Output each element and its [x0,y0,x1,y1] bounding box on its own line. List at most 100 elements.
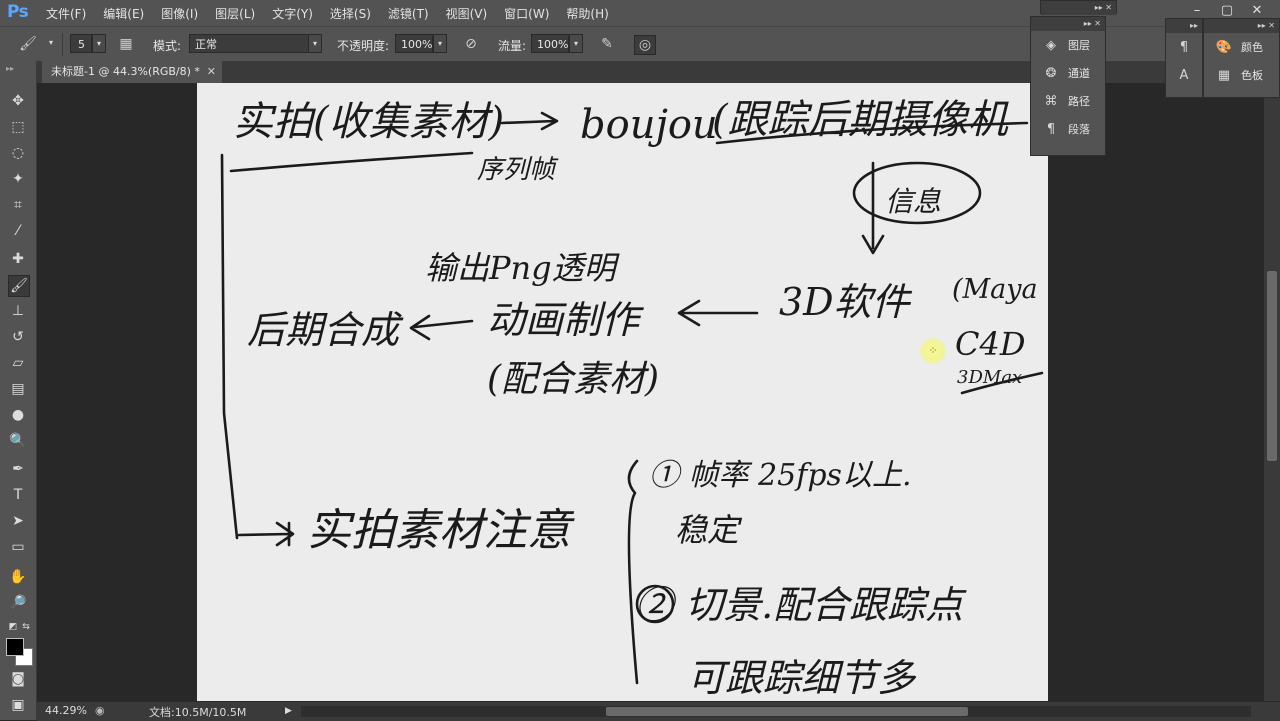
mode-select[interactable]: 正常 [189,34,309,53]
panel-item-label: 图层 [1068,39,1090,52]
menu-edit[interactable]: 编辑(E) [103,5,144,22]
character-strip-header[interactable]: ▸▸ [1166,19,1202,33]
horizontal-scroll-thumb[interactable] [606,707,968,716]
hw-donghua: 动画制作 [487,298,644,342]
menu-filter[interactable]: 滤镜(T) [388,5,429,22]
character-styles-icon: A [1179,67,1189,83]
paragraph-icon: ¶ [1046,121,1056,137]
zoom-tool-icon[interactable]: 🔎 [8,593,28,613]
layers-group-header[interactable]: ▸▸ ✕ [1031,17,1105,31]
brush-size-field[interactable]: 5 [70,34,92,53]
vertical-scroll-thumb[interactable] [1267,271,1277,461]
close-tab-icon[interactable]: ✕ [207,61,216,83]
brush-panel-toggle-icon[interactable]: ▦ [116,35,136,53]
move-tool-icon[interactable]: ✥ [8,91,28,111]
arrow-to-houqi [409,314,474,341]
opacity-field[interactable]: 100% [395,34,433,53]
photoshop-logo: Ps [7,2,29,22]
color-group-header[interactable]: ▸▸ ✕ [1204,19,1279,33]
brush-cursor: ⁘ [920,338,946,364]
pressure-size-icon[interactable]: ◎ [634,35,656,55]
horizontal-scrollbar[interactable] [301,706,1251,717]
clone-stamp-tool-icon[interactable]: ⊥ [8,301,28,321]
brush-tool-icon[interactable]: 🖌 [18,35,38,53]
hw-3d-software: 3D软件 [779,280,913,324]
panel-item-color[interactable]: 🎨 颜色 [1204,33,1279,61]
menu-window[interactable]: 窗口(W) [504,5,549,22]
channels-icon: ❂ [1045,65,1057,81]
flow-dropdown-icon[interactable]: ▾ [569,34,583,53]
brush-tool-icon[interactable]: 🖌 [8,275,30,297]
panel-collapse-icon[interactable]: ▸▸ [6,64,14,73]
panel-strip-header[interactable]: ▸▸ ✕ [1041,1,1116,15]
hw-xinxi: 信息 [885,185,941,218]
curly-brace [627,459,639,685]
panel-item-layers[interactable]: ◈ 图层 [1031,31,1105,59]
color-panel-group: ▸▸ ✕ 🎨 颜色 ▦ 色板 [1203,18,1280,98]
panel-item-swatches[interactable]: ▦ 色板 [1204,61,1279,89]
panel-item-paragraph[interactable]: ¶ 段落 [1031,115,1105,143]
crosshair-icon: ⁘ [928,344,938,357]
flow-field[interactable]: 100% [531,34,569,53]
history-brush-tool-icon[interactable]: ↺ [8,327,28,347]
eraser-tool-icon[interactable]: ▱ [8,353,28,373]
vertical-scrollbar[interactable] [1264,83,1280,701]
screen-mode-icon[interactable]: ▣ [8,695,28,715]
hw-shuchu: 输出Png透明 [425,249,621,287]
brush-picker-dropdown-icon[interactable]: ▾ [92,34,106,53]
hw-gensui: (跟踪后期摄像机 [712,97,1010,143]
menu-help[interactable]: 帮助(H) [566,5,608,22]
hw-item-1: ① 帧率 25fps以上. [649,458,912,493]
pressure-opacity-icon[interactable]: ⊘ [461,35,481,53]
panel-item-channels[interactable]: ❂ 通道 [1031,59,1105,87]
marquee-tool-icon[interactable]: ⬚ [8,117,28,137]
eyedropper-tool-icon[interactable]: ⁄ [8,221,28,241]
panel-item-paragraph-styles[interactable]: ¶ [1166,33,1202,61]
lasso-tool-icon[interactable]: ◌ [8,143,28,163]
paragraph-styles-icon: ¶ [1179,39,1189,55]
panel-item-paths[interactable]: ⌘ 路径 [1031,87,1105,115]
crop-tool-icon[interactable]: ⌗ [8,195,28,215]
magic-wand-tool-icon[interactable]: ✦ [8,169,28,189]
menu-layer[interactable]: 图层(L) [215,5,255,22]
status-arrow-icon[interactable]: ▶ [285,706,292,716]
swap-colors-icon[interactable]: ⇆ [16,617,36,637]
status-menu-icon[interactable]: ◉ [95,704,105,717]
layers-panel-group: ▸▸ ✕ ◈ 图层 ❂ 通道 ⌘ 路径 ¶ 段落 [1030,16,1106,156]
type-tool-icon[interactable]: T [8,485,28,505]
tool-preset-dropdown-icon[interactable]: ▾ [44,34,58,53]
menu-image[interactable]: 图像(I) [161,5,198,22]
document-tab-title: 未标题-1 @ 44.3%(RGB/8) * [51,65,200,78]
menu-select[interactable]: 选择(S) [330,5,371,22]
blur-tool-icon[interactable]: ● [8,405,28,425]
document-canvas[interactable]: 实拍(收集素材) boujou (跟踪后期摄像机 序列帧 信息 输出Png透明 … [197,83,1048,701]
hw-maya: (Maya [952,274,1038,305]
panel-item-label: 通道 [1068,67,1090,80]
airbrush-icon[interactable]: ✎ [597,35,617,53]
left-bracket-line [220,153,239,540]
underline-shipai [229,151,474,173]
dodge-tool-icon[interactable]: 🔍 [8,431,28,451]
menu-view[interactable]: 视图(V) [446,5,488,22]
hand-tool-icon[interactable]: ✋ [8,567,28,587]
healing-brush-tool-icon[interactable]: ✚ [8,249,28,269]
quick-mask-icon[interactable]: ◙ [8,669,28,689]
arrow-to-donghua [677,299,759,327]
panel-item-label: 段落 [1068,123,1090,136]
zoom-level[interactable]: 44.29% [45,704,87,717]
menu-type[interactable]: 文字(Y) [272,5,313,22]
panel-item-character-styles[interactable]: A [1166,61,1202,89]
hw-xulie: 序列帧 [477,155,559,185]
menu-file[interactable]: 文件(F) [46,5,86,22]
canvas-area[interactable]: 实拍(收集素材) boujou (跟踪后期摄像机 序列帧 信息 输出Png透明 … [37,83,1264,701]
foreground-color-swatch[interactable] [6,638,24,656]
opacity-dropdown-icon[interactable]: ▾ [433,34,447,53]
gradient-tool-icon[interactable]: ▤ [8,379,28,399]
mode-dropdown-icon[interactable]: ▾ [308,34,322,53]
document-size: 文档:10.5M/10.5M [149,706,247,719]
document-tab[interactable]: 未标题-1 @ 44.3%(RGB/8) * ✕ [42,61,222,83]
pen-tool-icon[interactable]: ✒ [8,459,28,479]
path-selection-tool-icon[interactable]: ➤ [8,511,28,531]
arrow-to-boujou [500,111,559,131]
rectangle-tool-icon[interactable]: ▭ [8,537,28,557]
